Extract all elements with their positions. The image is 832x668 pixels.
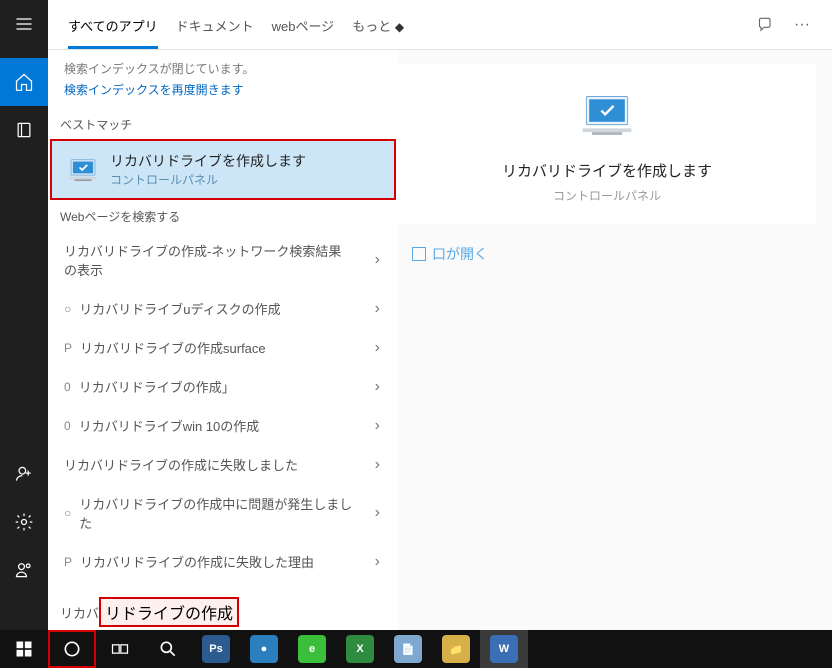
explorer-icon: 📁 [442,635,470,663]
web-result-prefix: P [64,341,72,355]
preview-open-action[interactable]: 口が開く [412,244,816,264]
notepad-icon: 📄 [394,635,422,663]
web-result-prefix: ○ [64,302,71,316]
web-result-text: リカバリドライブの作成中に問題が発生しました [79,494,354,532]
word-icon: W [490,635,518,663]
taskbar-app-explorer[interactable]: 📁 [432,630,480,668]
preview-subtitle: コントロールパネル [553,187,661,204]
taskbar-app-360browser[interactable]: ● [240,630,288,668]
web-result-prefix: ○ [64,506,71,520]
web-result-prefix: P [64,555,72,569]
preview-action-label: 口が開く [432,244,488,264]
excel-icon: X [346,635,374,663]
home-icon[interactable] [0,58,48,106]
tab-document[interactable]: ドキュメント [176,2,254,48]
recovery-drive-icon [66,156,100,184]
chevron-right-icon: › [375,339,380,357]
cortana-search-button[interactable] [48,630,96,668]
web-result-text: リカバリドライブwin 10の作成 [79,416,260,435]
web-result-item[interactable]: ○ リカバリドライブの作成中に問題が発生しました › [48,484,398,542]
web-result-text: リカバリドライブの作成surface [80,338,266,357]
section-best-match: ベストマッチ [48,108,398,139]
chevron-right-icon: › [375,300,380,318]
taskbar-app-ie[interactable]: e [288,630,336,668]
chevron-right-icon: › [375,251,380,269]
hamburger-icon[interactable] [0,0,48,48]
preview-card: リカバリドライブを作成します コントロールパネル [398,64,816,224]
taskbar: Ps ● eX 📄 📁 W [0,630,832,668]
web-result-item[interactable]: リカバリドライブの作成に失敗しました › [48,445,398,484]
preview-title: リカバリドライブを作成します [502,160,712,181]
ellipsis-icon[interactable]: ··· [792,15,812,35]
web-result-prefix: 0 [64,419,71,433]
photoshop-icon: Ps [202,635,230,663]
chevron-right-icon: › [375,456,380,474]
book-icon[interactable] [0,106,48,154]
magnifier-button[interactable] [144,630,192,668]
people-icon[interactable] [0,546,48,594]
start-button[interactable] [0,630,48,668]
taskbar-app-photoshop[interactable]: Ps [192,630,240,668]
tab-more-label: もっと [352,19,391,34]
360browser-icon: ● [250,635,278,663]
feedback-icon[interactable] [754,15,774,35]
web-result-item[interactable]: リカバリドライブの作成-ネットワーク検索結果の表示 › [48,231,398,289]
index-warning: 検索インデックスが閉じています。 [48,50,398,81]
best-match-item[interactable]: リカバリドライブを作成します コントロールパネル [50,139,396,200]
search-query-highlight: リドライブの作成 [99,597,239,627]
task-view-button[interactable] [96,630,144,668]
gear-icon[interactable] [0,498,48,546]
web-result-text: リカバリドライブの作成に失敗した理由 [80,552,314,571]
web-result-text: リカバリドライブの作成に失敗しました [64,455,298,474]
taskbar-app-notepad[interactable]: 📄 [384,630,432,668]
top-tabs: すべてのアプリ ドキュメント webページ もっと ◆ ··· [48,0,832,50]
index-reopen-link[interactable]: 検索インデックスを再度開きます [48,81,398,108]
tab-all-apps[interactable]: すべてのアプリ [68,2,158,48]
section-search-web: Webページを検索する [48,200,398,231]
open-square-icon [412,247,426,261]
web-result-item[interactable]: P リカバリドライブの作成に失敗した理由 › [48,542,398,581]
taskbar-app-excel[interactable]: X [336,630,384,668]
taskbar-app-word[interactable]: W [480,630,528,668]
chevron-right-icon: › [375,417,380,435]
web-result-item[interactable]: ○ リカバリドライブuディスクの作成 › [48,289,398,328]
tab-web[interactable]: webページ [272,2,335,48]
web-result-item[interactable]: 0 リカバリドライブwin 10の作成 › [48,406,398,445]
chevron-right-icon: › [375,504,380,522]
web-result-text: リカバリドライブの作成-ネットワーク検索結果の表示 [64,241,354,279]
web-result-text: リカバリドライブの作成」 [79,377,235,396]
left-rail [0,0,48,630]
search-box[interactable]: リカバ リドライブの作成 [48,594,398,630]
preview-monitor-icon [577,94,637,144]
web-result-item[interactable]: P リカバリドライブの作成surface › [48,328,398,367]
web-result-prefix: 0 [64,380,71,394]
person-add-icon[interactable] [0,450,48,498]
web-result-item[interactable]: 0 リカバリドライブの作成」 › [48,367,398,406]
tab-more-indicator: ◆ [395,20,404,34]
chevron-right-icon: › [375,378,380,396]
tab-more[interactable]: もっと ◆ [352,2,404,48]
best-match-subtitle: コントロールパネル [110,171,306,188]
web-result-text: リカバリドライブuディスクの作成 [79,299,280,318]
best-match-title: リカバリドライブを作成します [110,151,306,171]
search-query-prefix: リカバ [60,603,99,622]
ie-icon: e [298,635,326,663]
chevron-right-icon: › [375,553,380,571]
